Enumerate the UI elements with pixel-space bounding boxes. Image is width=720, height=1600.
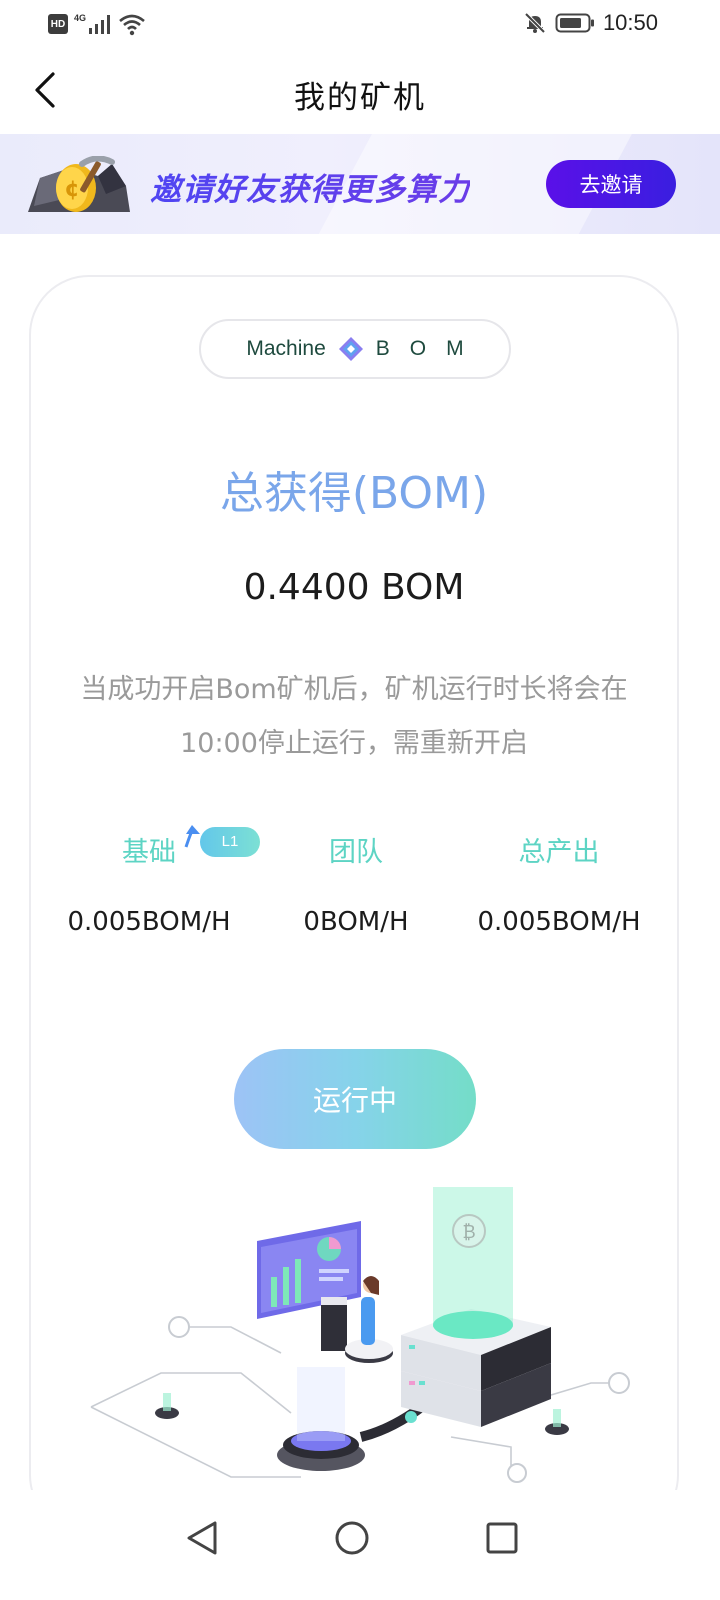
- status-left: HD 4G: [48, 12, 146, 36]
- invite-banner[interactable]: ¢ 邀请好友获得更多算力 去邀请: [0, 134, 720, 234]
- nav-recents-button[interactable]: [472, 1508, 532, 1568]
- run-description: 当成功开启Bom矿机后，矿机运行时长将会在10:00停止运行，需重新开启: [80, 674, 628, 759]
- machine-pill: Machine BOM: [199, 319, 511, 379]
- hd-badge: HD: [48, 14, 68, 34]
- stat-total-value: 0.005BOM/H: [477, 907, 641, 937]
- status-bar: HD 4G 10:50: [0, 0, 720, 48]
- signal-icon: [89, 15, 111, 34]
- triangle-back-icon: [187, 1521, 217, 1555]
- app-header: 我的矿机: [0, 48, 720, 134]
- nav-back-button[interactable]: [172, 1508, 232, 1568]
- invite-button[interactable]: 去邀请: [546, 160, 676, 208]
- mining-illustration: ₿: [90, 1187, 630, 1483]
- stat-base-text: 基础: [122, 837, 176, 868]
- nav-home-button[interactable]: [322, 1508, 382, 1568]
- bell-muted-icon: [524, 12, 546, 34]
- square-recents-icon: [486, 1522, 518, 1554]
- wifi-icon: [119, 14, 145, 36]
- machine-letters: BOM: [375, 337, 484, 360]
- system-nav-bar: [0, 1490, 720, 1600]
- status-right: 10:50: [523, 10, 658, 36]
- machine-label: Machine: [246, 337, 326, 360]
- clock: 10:50: [602, 10, 658, 35]
- stat-total-label: 总产出: [518, 837, 600, 868]
- stat-team-value: 0BOM/H: [303, 907, 409, 937]
- circle-home-icon: [335, 1521, 369, 1555]
- svg-text:₿: ₿: [462, 1222, 475, 1243]
- bom-logo-icon: [338, 337, 363, 361]
- stat-team: 团队 0BOM/H: [248, 833, 464, 937]
- stat-base: 基础 L1 0.005BOM/H: [41, 825, 260, 937]
- stat-team-label: 团队: [329, 837, 383, 868]
- page-title: 我的矿机: [294, 80, 426, 116]
- banner-text: 邀请好友获得更多算力: [150, 164, 470, 209]
- battery-icon: [555, 13, 594, 33]
- level-up-arrow-icon: [184, 825, 200, 848]
- total-earned-value: 0.4400 BOM: [243, 567, 465, 608]
- stat-base-label: 基础 L1: [122, 825, 260, 873]
- running-button[interactable]: 运行中: [234, 1049, 476, 1149]
- stat-base-value: 0.005BOM/H: [67, 907, 231, 937]
- total-earned-title: 总获得(BOM): [219, 468, 489, 519]
- machine-card: Machine BOM 总获得(BOM) 0.4400 BOM 当成功开启Bom…: [29, 275, 679, 1535]
- stat-total: 总产出 0.005BOM/H: [451, 833, 667, 937]
- mining-coin-icon: ¢: [28, 156, 130, 212]
- stats-row: 基础 L1 0.005BOM/H 团队 0BOM/H 总产出 0.005BOM/…: [31, 825, 677, 953]
- svg-text:¢: ¢: [64, 177, 79, 202]
- network-type: 4G: [74, 13, 87, 23]
